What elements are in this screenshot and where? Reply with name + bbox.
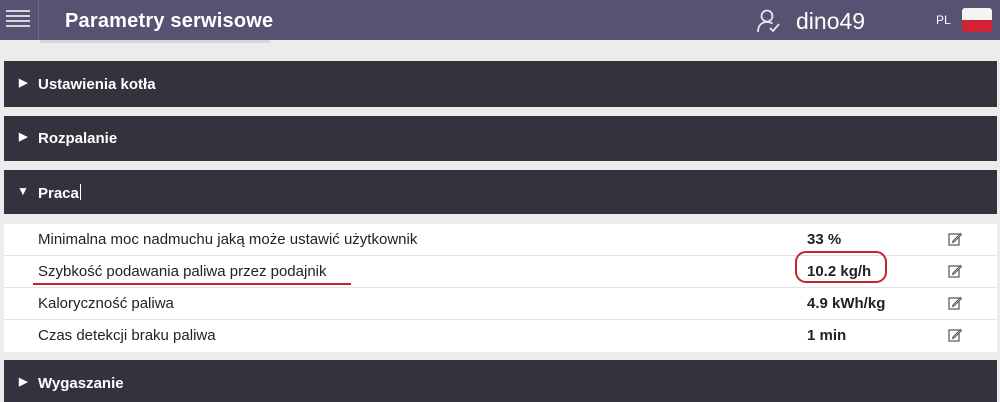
section-rozpalanie[interactable]: ▶ Rozpalanie [4,116,997,161]
param-name: Kaloryczność paliwa [38,295,174,312]
title-underline [40,40,270,43]
table-row: Czas detekcji braku paliwa 1 min [4,320,997,351]
language-code[interactable]: PL [936,13,951,27]
poland-flag-icon[interactable] [962,8,992,32]
section-label: Praca [38,184,81,202]
triangle-right-icon: ▶ [19,131,28,143]
section-label: Wygaszanie [38,375,124,392]
triangle-right-icon: ▶ [19,376,28,388]
edit-icon[interactable] [948,264,962,278]
header-divider [38,0,39,40]
text-cursor [79,184,81,200]
page-title: Parametry serwisowe [65,10,274,32]
table-row: Kaloryczność paliwa 4.9 kWh/kg [4,288,997,320]
triangle-down-icon: ▼ [17,184,29,198]
param-name: Minimalna moc nadmuchu jaką może ustawić… [38,231,418,248]
edit-icon[interactable] [948,296,962,310]
annotation-circle [795,251,887,283]
app-header: Parametry serwisowe dino49 PL [0,0,1000,40]
param-value: 1 min [807,327,847,344]
section-label: Ustawienia kotła [38,76,156,93]
parameters-table: Minimalna moc nadmuchu jaką może ustawić… [4,224,997,352]
param-name: Szybkość podawania paliwa przez podajnik [38,263,327,280]
triangle-right-icon: ▶ [19,77,28,89]
param-name: Czas detekcji braku paliwa [38,327,216,344]
annotation-underline [33,283,351,285]
username[interactable]: dino49 [796,8,865,35]
edit-icon[interactable] [948,232,962,246]
section-label: Rozpalanie [38,130,118,147]
section-wygaszanie[interactable]: ▶ Wygaszanie [4,360,997,402]
param-value: 4.9 kWh/kg [807,295,886,312]
edit-icon[interactable] [948,328,962,342]
section-praca[interactable]: ▼ Praca [4,170,997,214]
menu-icon[interactable] [6,10,30,28]
user-icon[interactable] [755,8,781,34]
param-value: 33 % [807,231,842,248]
section-ustawienia-kotla[interactable]: ▶ Ustawienia kotła [4,61,997,107]
